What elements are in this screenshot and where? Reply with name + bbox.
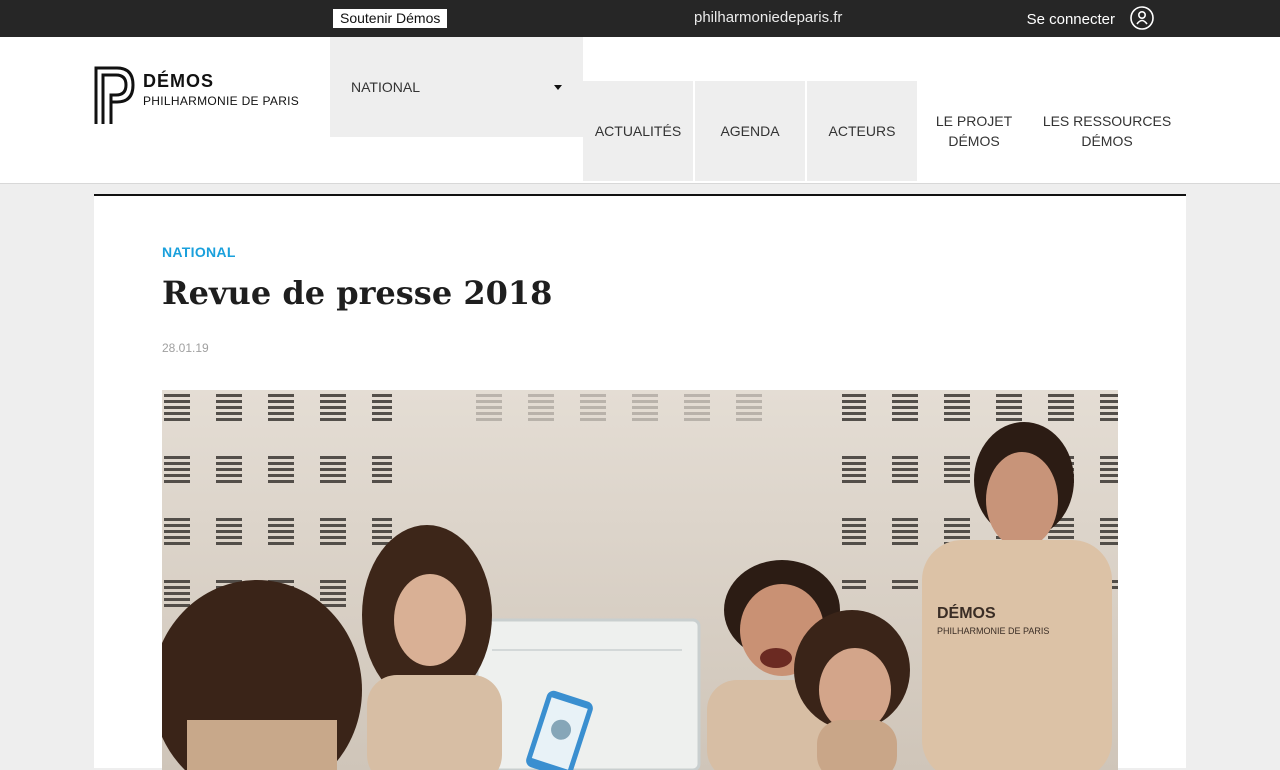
nav-ressources-label-line1: LES RESSOURCES xyxy=(1042,113,1172,129)
nav-agenda-label: AGENDA xyxy=(720,123,780,139)
philharmonie-site-link[interactable]: philharmoniedeparis.fr xyxy=(694,9,842,26)
nav-acteurs[interactable]: ACTEURS xyxy=(807,81,917,181)
children-photo-illustration: DÉMOS PHILHARMONIE DE PARIS xyxy=(162,390,1118,770)
logo-title: DÉMOS xyxy=(143,71,215,91)
login-label: Se connecter xyxy=(1026,11,1115,28)
nav-le-projet-label-line1: LE PROJET xyxy=(935,113,1013,129)
article-category[interactable]: NATIONAL xyxy=(162,244,236,260)
article-date: 28.01.19 xyxy=(162,341,209,355)
article-title: Revue de presse 2018 xyxy=(162,274,553,312)
logo-subtitle: PHILHARMONIE DE PARIS xyxy=(143,94,300,108)
support-demos-button[interactable]: Soutenir Démos xyxy=(333,9,448,28)
nav-ressources-label-line2: DÉMOS xyxy=(1081,133,1133,149)
logo-text: DÉMOS PHILHARMONIE DE PARIS xyxy=(143,64,299,108)
photo-shirt-title: DÉMOS xyxy=(937,603,996,622)
nav-les-ressources-demos[interactable]: LES RESSOURCES DÉMOS xyxy=(1040,81,1174,181)
nav-acteurs-label: ACTEURS xyxy=(828,123,896,139)
login-link[interactable]: Se connecter xyxy=(1026,6,1154,30)
site-logo[interactable]: DÉMOS PHILHARMONIE DE PARIS xyxy=(93,64,299,126)
nav-actualites[interactable]: ACTUALITÉS xyxy=(583,81,693,181)
photo-shirt-subtitle: PHILHARMONIE DE PARIS xyxy=(937,626,1049,636)
nav-agenda[interactable]: AGENDA xyxy=(695,81,805,181)
national-dropdown-label: NATIONAL xyxy=(351,79,420,95)
article-photo: DÉMOS PHILHARMONIE DE PARIS xyxy=(162,390,1118,770)
nav-le-projet-label-line2: DÉMOS xyxy=(948,133,1000,149)
nav-le-projet-demos[interactable]: LE PROJET DÉMOS xyxy=(918,81,1030,181)
article-card: NATIONAL Revue de presse 2018 28.01.19 D… xyxy=(94,194,1186,770)
top-bar: Soutenir Démos philharmoniedeparis.fr Se… xyxy=(0,0,1280,37)
user-icon[interactable] xyxy=(1130,6,1154,30)
nav-actualites-label: ACTUALITÉS xyxy=(594,123,682,139)
national-dropdown[interactable]: NATIONAL xyxy=(330,37,583,137)
caret-down-icon xyxy=(554,84,562,90)
demos-logo-icon xyxy=(94,66,135,124)
